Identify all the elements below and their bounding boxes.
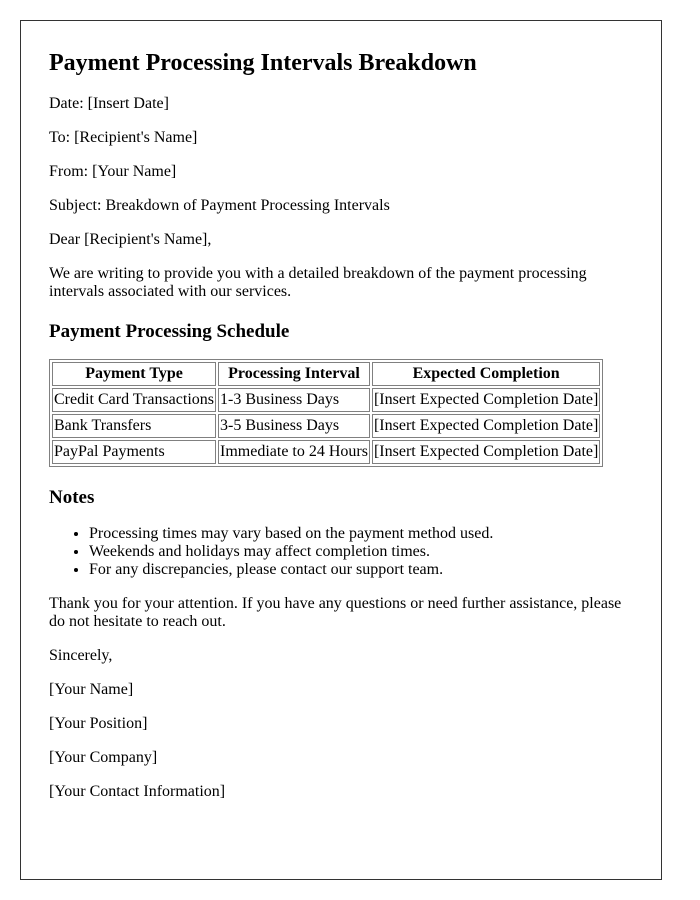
- table-row: Bank Transfers 3-5 Business Days [Insert…: [52, 414, 601, 438]
- cell-processing-interval: Immediate to 24 Hours: [218, 440, 370, 464]
- column-header-expected-completion: Expected Completion: [371, 362, 601, 386]
- to-line: To: [Recipient's Name]: [49, 129, 198, 146]
- notes-list: Processing times may vary based on the p…: [49, 525, 633, 579]
- subject-line: Subject: Breakdown of Payment Processing…: [49, 197, 390, 214]
- salutation: Dear [Recipient's Name],: [49, 231, 212, 248]
- schedule-table: Payment Type Processing Interval Expecte…: [49, 359, 604, 467]
- list-item: Processing times may vary based on the p…: [89, 525, 633, 543]
- cell-payment-type: PayPal Payments: [52, 440, 216, 464]
- date-line: Date: [Insert Date]: [49, 95, 169, 112]
- table-header-row: Payment Type Processing Interval Expecte…: [52, 362, 601, 386]
- signature-contact: [Your Contact Information]: [49, 783, 226, 800]
- cell-expected-completion: [Insert Expected Completion Date]: [371, 388, 601, 412]
- column-header-processing-interval: Processing Interval: [218, 362, 370, 386]
- from-line: From: [Your Name]: [49, 163, 177, 180]
- signature-name: [Your Name]: [49, 681, 134, 698]
- cell-payment-type: Credit Card Transactions: [52, 388, 216, 412]
- table-row: Credit Card Transactions 1-3 Business Da…: [52, 388, 601, 412]
- column-header-payment-type: Payment Type: [52, 362, 216, 386]
- cell-expected-completion: [Insert Expected Completion Date]: [371, 414, 601, 438]
- list-item: For any discrepancies, please contact ou…: [89, 561, 633, 579]
- schedule-heading: Payment Processing Schedule: [49, 321, 290, 342]
- cell-processing-interval: 1-3 Business Days: [218, 388, 370, 412]
- document-title: Payment Processing Intervals Breakdown: [49, 50, 477, 76]
- letter-container: Payment Processing Intervals Breakdown D…: [20, 20, 662, 880]
- closing-paragraph: Thank you for your attention. If you hav…: [49, 595, 622, 630]
- signature-position: [Your Position]: [49, 715, 148, 732]
- cell-processing-interval: 3-5 Business Days: [218, 414, 370, 438]
- list-item: Weekends and holidays may affect complet…: [89, 543, 633, 561]
- signature-company: [Your Company]: [49, 749, 158, 766]
- notes-heading: Notes: [49, 487, 95, 508]
- cell-payment-type: Bank Transfers: [52, 414, 216, 438]
- signoff: Sincerely,: [49, 647, 113, 664]
- intro-paragraph: We are writing to provide you with a det…: [49, 265, 587, 300]
- table-row: PayPal Payments Immediate to 24 Hours [I…: [52, 440, 601, 464]
- cell-expected-completion: [Insert Expected Completion Date]: [371, 440, 601, 464]
